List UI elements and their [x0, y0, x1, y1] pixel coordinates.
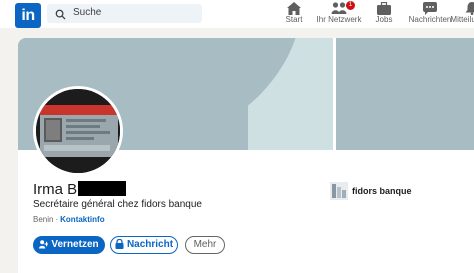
message-button[interactable]: Nachricht — [110, 236, 178, 254]
message-label: Nachricht — [127, 239, 173, 250]
more-button[interactable]: Mehr — [185, 236, 225, 254]
connect-label: Vernetzen — [51, 239, 98, 250]
company-name: fidors banque — [352, 186, 412, 196]
search-icon — [55, 7, 66, 25]
add-person-icon — [39, 240, 48, 249]
contact-info-link[interactable]: Kontaktinfo — [60, 215, 104, 224]
nav-item-notifications[interactable]: Mitteilungen — [442, 0, 474, 28]
redaction-bar — [78, 181, 126, 196]
search-input[interactable]: Suche — [47, 4, 202, 23]
search-placeholder: Suche — [73, 7, 101, 18]
company-logo — [330, 182, 348, 200]
separator: · — [55, 215, 58, 224]
profile-name-row: Irma B — [33, 181, 126, 199]
avatar[interactable] — [33, 86, 123, 176]
top-navigation: in Suche Start 1 Ihr Netzwerk — [0, 0, 474, 28]
nav-label: Mitteilungen — [442, 15, 474, 24]
profile-headline: Secrétaire général chez fidors banque — [33, 199, 202, 210]
lock-icon — [115, 239, 124, 249]
more-label: Mehr — [194, 239, 217, 250]
profile-location: Benin — [33, 215, 53, 224]
banner-panel — [333, 38, 474, 150]
profile-location-row: Benin·Kontaktinfo — [33, 215, 105, 224]
profile-photo — [36, 89, 120, 173]
linkedin-logo[interactable]: in — [15, 3, 41, 28]
profile-name: Irma B — [33, 181, 77, 198]
connect-button[interactable]: Vernetzen — [33, 236, 105, 254]
